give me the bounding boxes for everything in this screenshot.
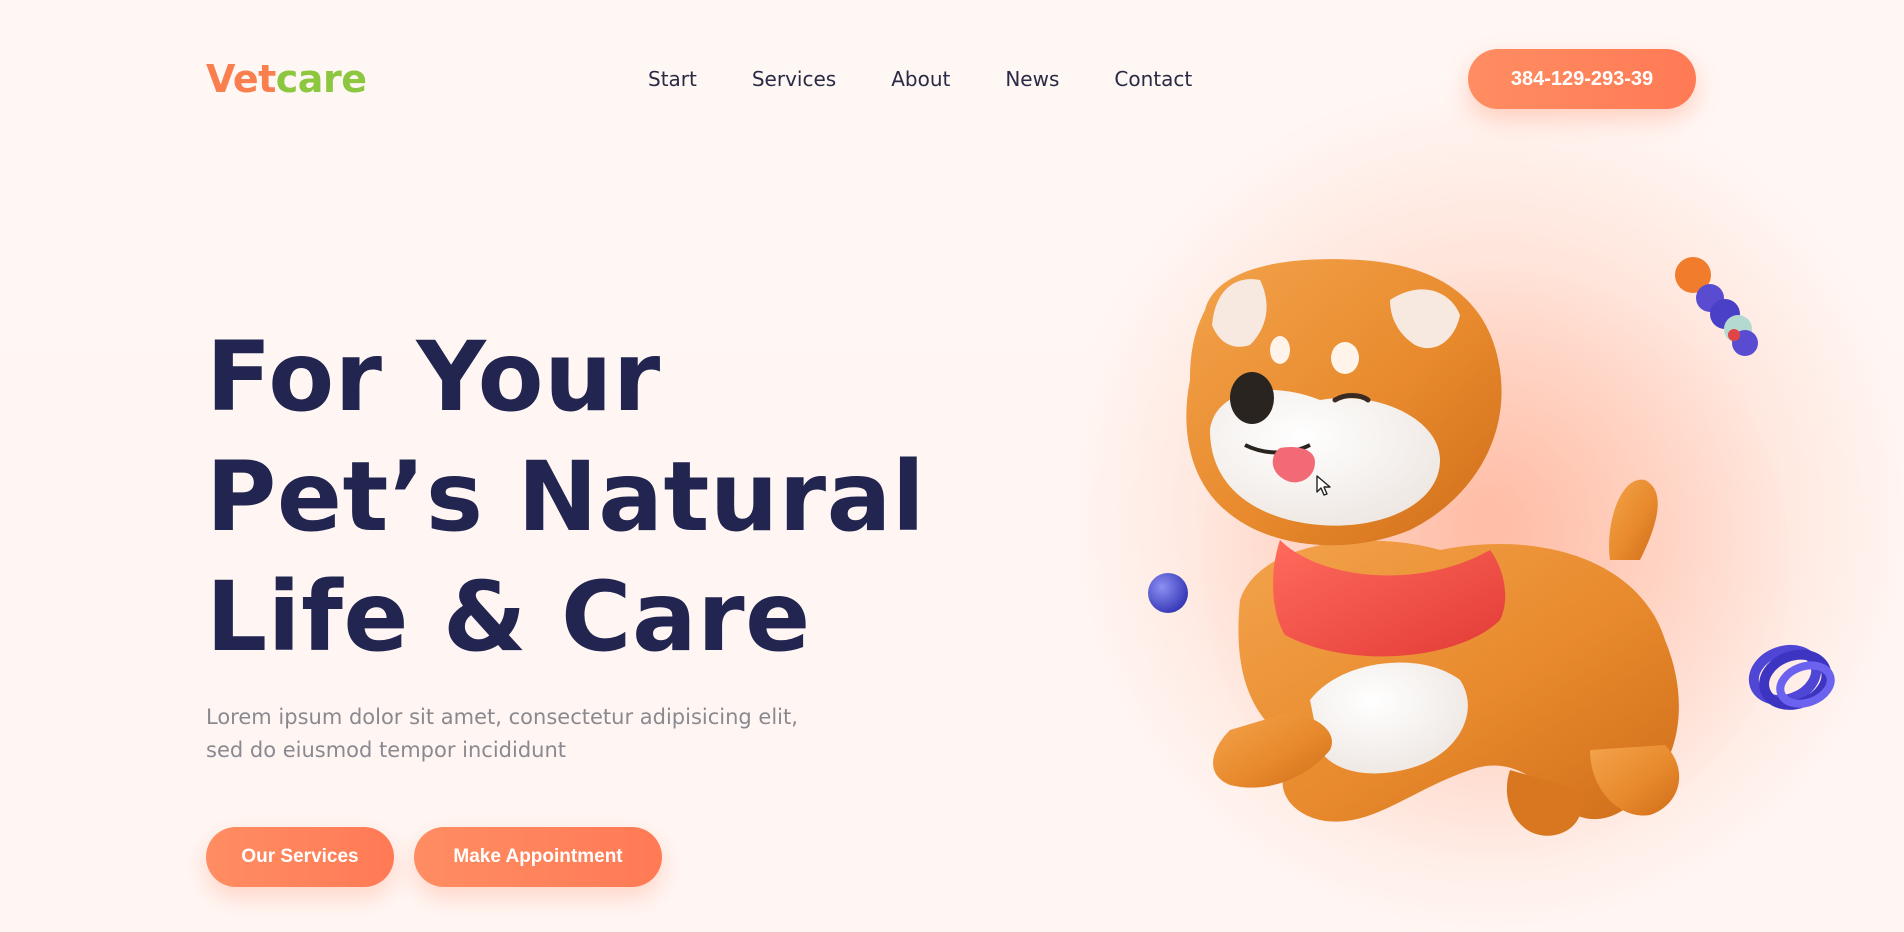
hero-title-line-1: For Your <box>206 321 661 433</box>
nav-item-about[interactable]: About <box>891 66 950 92</box>
hero-title: For Your Pet’s Natural Life & Care <box>206 317 966 677</box>
dog-tail <box>1609 479 1658 560</box>
hero-description: Lorem ipsum dolor sit amet, consectetur … <box>206 701 806 767</box>
dog-brow-right <box>1331 342 1359 374</box>
hero-actions: Our Services Make Appointment <box>206 827 662 887</box>
site-header: Vetcare Start Services About News Contac… <box>0 0 1904 160</box>
logo-text-part1: Vet <box>206 57 276 101</box>
nav-item-news[interactable]: News <box>1005 66 1059 92</box>
hero-title-line-2: Pet’s Natural <box>206 441 926 553</box>
spring-toy-icon <box>1748 644 1835 710</box>
bone-toy-icon <box>1675 257 1758 356</box>
nav-item-services[interactable]: Services <box>752 66 836 92</box>
nav-item-contact[interactable]: Contact <box>1114 66 1192 92</box>
make-appointment-button[interactable]: Make Appointment <box>414 827 662 887</box>
logo[interactable]: Vetcare <box>206 54 367 104</box>
hero-title-line-3: Life & Care <box>206 561 811 673</box>
hero-description-line-1: Lorem ipsum dolor sit amet, consectetur … <box>206 705 798 729</box>
phone-button[interactable]: 384-129-293-39 <box>1468 49 1696 109</box>
ball-icon <box>1148 573 1188 613</box>
hero-description-line-2: sed do eiusmod tempor incididunt <box>206 738 567 762</box>
our-services-button[interactable]: Our Services <box>206 827 394 887</box>
landing-page: Vetcare Start Services About News Contac… <box>0 0 1904 932</box>
hero-illustration <box>1120 230 1840 870</box>
logo-text-part2: care <box>275 57 367 101</box>
nav-item-start[interactable]: Start <box>648 66 697 92</box>
main-nav: Start Services About News Contact <box>648 66 1192 92</box>
dog-illustration <box>1148 257 1835 836</box>
dog-brow-left <box>1270 336 1290 364</box>
mouse-cursor-icon <box>1316 475 1331 496</box>
dog-nose <box>1230 372 1274 424</box>
